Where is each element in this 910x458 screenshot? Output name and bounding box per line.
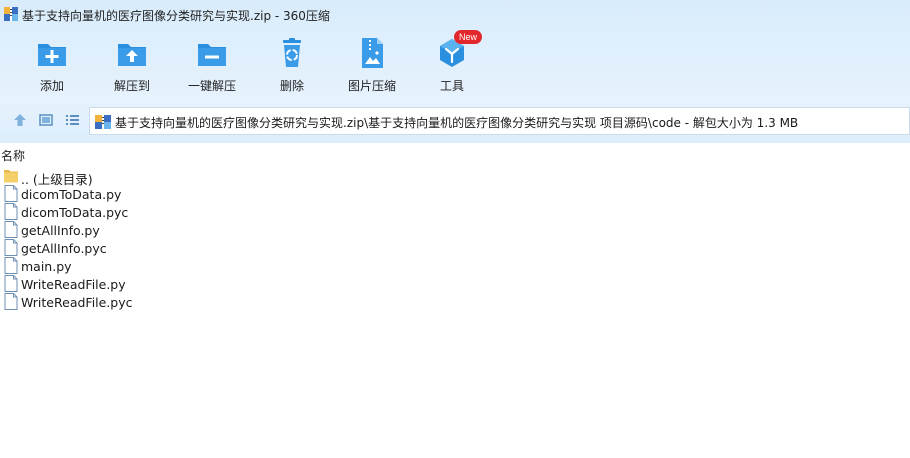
address-bar[interactable]: 基于支持向量机的医疗图像分类研究与实现.zip\基于支持向量机的医疗图像分类研究… <box>89 107 910 135</box>
one-click-extract-label: 一键解压 <box>187 79 236 93</box>
up-arrow-icon[interactable] <box>11 111 29 129</box>
add-label: 添加 <box>39 79 64 93</box>
add-button[interactable]: 添加 <box>12 32 92 96</box>
one-click-extract-icon <box>198 44 226 66</box>
list-item-parent-directory[interactable]: .. (上级目录) <box>0 167 300 187</box>
list-item[interactable]: WriteReadFile.py <box>0 275 300 293</box>
file-icon <box>4 293 18 310</box>
window-title: 基于支持向量机的医疗图像分类研究与实现.zip - 360压缩 <box>22 9 330 23</box>
list-item[interactable]: dicomToData.pyc <box>0 203 300 221</box>
delete-label: 删除 <box>279 79 304 93</box>
add-icon <box>38 44 66 66</box>
list-item-label: getAllInfo.pyc <box>21 241 107 256</box>
extract-to-icon <box>118 44 146 66</box>
image-compress-label: 图片压缩 <box>347 79 396 93</box>
list-item-label: main.py <box>21 259 72 274</box>
list-item-label: dicomToData.pyc <box>21 205 129 220</box>
image-compress-button[interactable]: 图片压缩 <box>332 32 412 96</box>
file-icon <box>4 275 18 292</box>
zip-archive-icon <box>4 7 18 21</box>
list-item[interactable]: getAllInfo.pyc <box>0 239 300 257</box>
list-item-label: WriteReadFile.pyc <box>21 295 133 310</box>
address-row: 基于支持向量机的医疗图像分类研究与实现.zip\基于支持向量机的医疗图像分类研究… <box>0 104 910 136</box>
list-item-label: WriteReadFile.py <box>21 277 126 292</box>
new-badge: New <box>454 30 483 44</box>
extract-to-button[interactable]: 解压到 <box>92 32 172 96</box>
list-header: 名称 <box>0 143 910 165</box>
file-icon <box>4 185 18 202</box>
one-click-extract-button[interactable]: 一键解压 <box>172 32 252 96</box>
recycle-bin-icon <box>283 38 301 67</box>
list-item[interactable]: main.py <box>0 257 300 275</box>
list-item[interactable]: dicomToData.py <box>0 185 300 203</box>
file-icon <box>4 257 18 274</box>
app-window: 基于支持向量机的医疗图像分类研究与实现.zip - 360压缩 添加 解压到 一… <box>0 0 910 458</box>
file-icon <box>4 203 18 220</box>
file-icon <box>4 239 18 256</box>
column-header-name[interactable]: 名称 <box>1 147 25 164</box>
tools-label: 工具 <box>439 79 464 93</box>
list-item[interactable]: WriteReadFile.pyc <box>0 293 300 311</box>
list-item-label: getAllInfo.py <box>21 223 100 238</box>
zip-archive-icon <box>95 115 111 129</box>
list-view-icon[interactable] <box>63 111 81 129</box>
image-compress-icon <box>362 38 383 68</box>
file-icon <box>4 221 18 238</box>
list-item[interactable]: getAllInfo.py <box>0 221 300 239</box>
thumbnail-view-icon[interactable] <box>37 111 55 129</box>
list-item-label: dicomToData.py <box>21 187 122 202</box>
title-bar: 基于支持向量机的医疗图像分类研究与实现.zip - 360压缩 <box>0 0 910 30</box>
address-path: 基于支持向量机的医疗图像分类研究与实现.zip\基于支持向量机的医疗图像分类研究… <box>115 116 799 130</box>
extract-to-label: 解压到 <box>113 79 150 93</box>
folder-icon <box>4 170 18 183</box>
delete-button[interactable]: 删除 <box>252 32 332 96</box>
